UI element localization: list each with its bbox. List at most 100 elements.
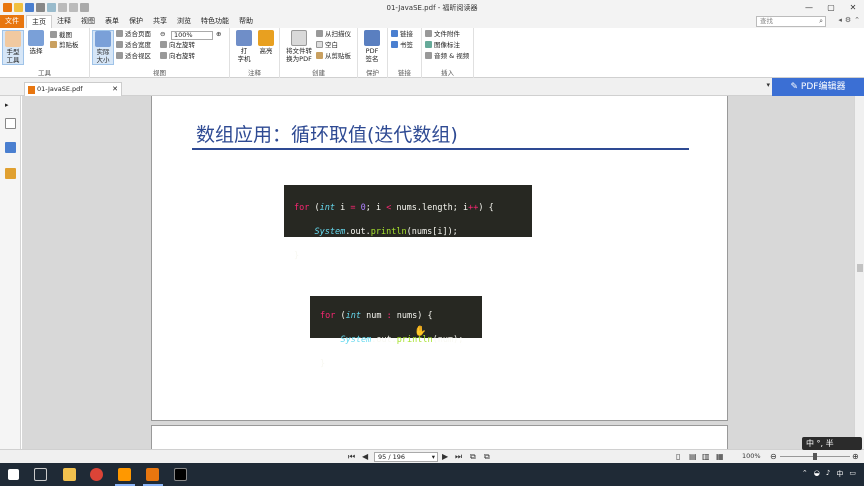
code-function: println	[370, 227, 407, 237]
menu-features[interactable]: 特色功能	[196, 15, 234, 28]
expand-panel-icon[interactable]: ▸	[5, 100, 16, 111]
code-text: nums) {	[391, 311, 433, 321]
settings-icon[interactable]: ⚙	[845, 16, 851, 24]
blank-button[interactable]: 空白	[316, 41, 338, 50]
task-view-icon[interactable]	[34, 468, 47, 481]
menu-view[interactable]: 视图	[76, 15, 100, 28]
link-group: 链接 书签 链接	[388, 28, 422, 78]
search-input[interactable]: 查找 ⌕	[756, 16, 826, 27]
menu-browse[interactable]: 浏览	[172, 15, 196, 28]
minimize-icon[interactable]: —	[798, 0, 820, 15]
maximize-icon[interactable]: ▢	[820, 0, 842, 15]
file-attachment-button[interactable]: 文件附件	[425, 30, 460, 39]
page-thumbnail-icon[interactable]	[5, 118, 16, 129]
continuous-facing-icon[interactable]: ▦	[716, 452, 724, 461]
rotate-left-button[interactable]: 向左旋转	[160, 41, 195, 50]
from-clipboard-button[interactable]: 从剪贴板	[316, 52, 351, 61]
prev-result-icon[interactable]: ◂	[838, 16, 842, 24]
foxit-reader-icon[interactable]	[146, 468, 159, 481]
bookmarks-panel-icon[interactable]	[5, 142, 16, 153]
ime-status-badge[interactable]: 中 °, 半	[802, 437, 862, 450]
code-keyword: for	[320, 311, 336, 321]
close-icon[interactable]: ✕	[842, 0, 864, 15]
tab-close-icon[interactable]: ✕	[112, 83, 118, 96]
actual-size-button[interactable]: 实际 大小	[92, 30, 114, 65]
windows-start-icon[interactable]	[8, 469, 19, 480]
screenshot-button[interactable]: 截图	[50, 31, 72, 40]
zoom-value: 100%	[174, 31, 193, 39]
fit-page-button[interactable]: 适合页面	[116, 30, 151, 39]
zoom-out-status-icon[interactable]: ⊖	[770, 452, 777, 461]
terminal-icon[interactable]	[174, 468, 187, 481]
highlight-button[interactable]: 高亮	[256, 30, 276, 55]
create-group: 将文件转 换为PDF 从扫描仪 空白 从剪贴板 创建	[280, 28, 358, 78]
menu-file[interactable]: 文件	[0, 15, 24, 28]
pdf-file-icon	[28, 86, 35, 94]
vertical-scrollbar[interactable]	[854, 96, 864, 449]
hand-tool-button[interactable]: 手型 工具	[2, 30, 24, 65]
notification-icon[interactable]: ▭	[849, 469, 856, 479]
pdf-editor-button[interactable]: ✎ PDF编辑器	[772, 78, 864, 96]
menu-bar: 文件 主页 注释 视图 表单 保护 共享 浏览 特色功能 帮助	[0, 15, 864, 28]
continuous-page-icon[interactable]: ▤	[689, 452, 697, 461]
view-group: 实际 大小 适合页面 适合宽度 适合视区 ⊖ 100% ⊕ 向左旋转 向右旋转 …	[90, 28, 230, 78]
zoom-in-status-icon[interactable]: ⊕	[852, 452, 859, 461]
from-scanner-button[interactable]: 从扫描仪	[316, 30, 351, 39]
screenshot-label: 截图	[59, 31, 72, 39]
last-page-icon[interactable]: ⏭	[455, 452, 462, 462]
menu-share[interactable]: 共享	[148, 15, 172, 28]
convert-to-pdf-button[interactable]: 将文件转 换为PDF	[284, 30, 314, 63]
document-viewport[interactable]: 数组应用：循环取值(迭代数组) for (int i = 0; i < nums…	[22, 96, 854, 449]
layers-panel-icon[interactable]	[5, 168, 16, 179]
select-button[interactable]: 选择	[26, 30, 46, 55]
first-page-icon[interactable]: ⏮	[348, 452, 355, 462]
pdf-sign-button[interactable]: PDF 签名	[362, 30, 382, 63]
zoom-select[interactable]: 100%	[171, 31, 213, 40]
previous-page-icon[interactable]: ◀	[362, 452, 368, 461]
code1-line1: for (int i = 0; i < nums.length; i++) {	[294, 202, 532, 214]
tray-arrow-icon[interactable]: ⌃	[802, 469, 808, 479]
code-keyword: for	[294, 203, 310, 213]
menu-form[interactable]: 表单	[100, 15, 124, 28]
menu-comment[interactable]: 注释	[52, 15, 76, 28]
fit-page-label: 适合页面	[125, 30, 151, 38]
facing-page-icon[interactable]: ▥	[702, 452, 710, 461]
tab-dropdown-icon[interactable]: ▾	[766, 81, 770, 89]
menu-protect[interactable]: 保护	[124, 15, 148, 28]
fit-width-button[interactable]: 适合宽度	[116, 41, 151, 50]
tab-document[interactable]: 01-JavaSE.pdf ✕	[24, 82, 122, 96]
single-page-icon[interactable]: ▯	[676, 452, 680, 461]
bookmark-button[interactable]: 书签	[391, 41, 413, 50]
zoom-in-icon[interactable]: ⊕	[216, 30, 221, 39]
menu-help[interactable]: 帮助	[234, 15, 258, 28]
search-icon[interactable]: ⌕	[819, 17, 823, 26]
network-icon[interactable]: ◒	[814, 469, 820, 479]
ribbon-toggle-icon[interactable]: ⌃	[854, 16, 860, 24]
image-annotation-button[interactable]: 图像标注	[425, 41, 460, 50]
chrome-icon[interactable]	[90, 468, 103, 481]
scrollbar-thumb[interactable]	[857, 264, 863, 272]
typewriter-button[interactable]: 打 字机	[234, 30, 254, 63]
link-button[interactable]: 链接	[391, 30, 413, 39]
rotate-right-button[interactable]: 向右旋转	[160, 52, 195, 61]
zoom-out-icon[interactable]: ⊖	[160, 30, 165, 39]
clipboard-button[interactable]: 剪贴板	[50, 41, 79, 50]
audio-video-button[interactable]: 音频 & 视频	[425, 52, 469, 61]
page-number-input[interactable]: 95 / 196 ▾	[374, 452, 438, 462]
search-placeholder: 查找	[760, 17, 773, 25]
window-controls: — ▢ ✕	[798, 0, 864, 15]
file-explorer-icon[interactable]	[63, 468, 76, 481]
volume-icon[interactable]: ♪	[826, 469, 830, 479]
sublime-text-icon[interactable]	[118, 468, 131, 481]
zoom-slider-knob[interactable]	[813, 453, 817, 460]
previous-view-icon[interactable]: ⧉	[470, 452, 476, 462]
scanner-icon	[316, 30, 323, 37]
page-dropdown-icon[interactable]: ▾	[432, 453, 435, 461]
menu-home[interactable]: 主页	[26, 15, 52, 28]
ime-icon[interactable]: 中	[836, 469, 843, 479]
next-page-icon[interactable]: ▶	[442, 452, 448, 461]
typewriter-label: 打 字机	[237, 47, 251, 63]
fit-visible-button[interactable]: 适合视区	[116, 52, 151, 61]
actual-size-icon	[95, 31, 111, 47]
next-view-icon[interactable]: ⧉	[484, 452, 490, 462]
